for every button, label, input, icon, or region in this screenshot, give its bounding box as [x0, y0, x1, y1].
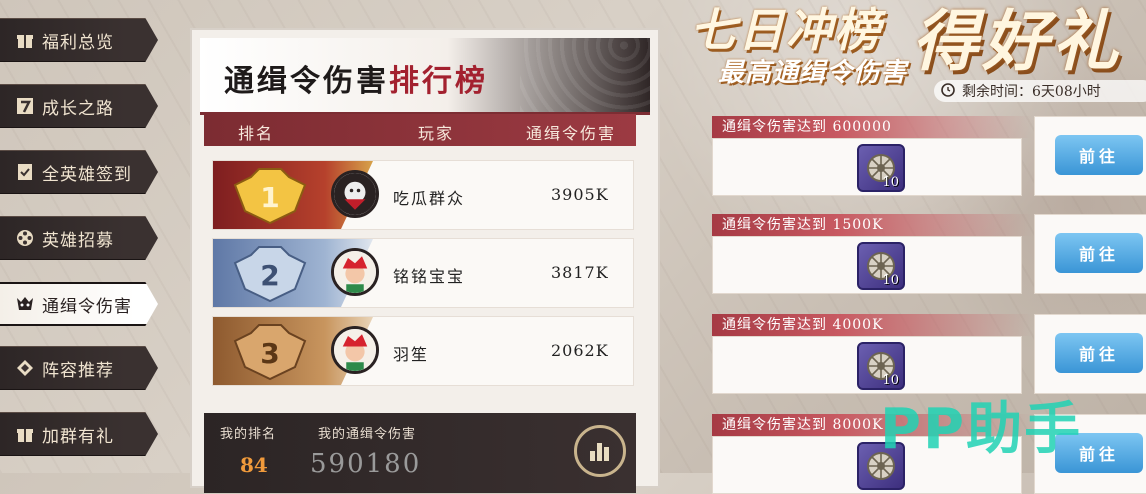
- sidebar-item-label: 福利总览: [42, 32, 114, 53]
- player-damage: 3905K: [551, 185, 609, 204]
- task-action-card: 前往: [1034, 214, 1146, 294]
- sidebar: 福利总览 成长之路 全英雄签到 英雄招募 通缉令伤害 阵容推荐 加群有礼: [0, 0, 170, 473]
- task-label: 通缉令伤害达到 4000K: [712, 314, 1032, 336]
- sidebar-item-label: 英雄招募: [42, 230, 114, 251]
- sidebar-item-label: 加群有礼: [42, 426, 114, 447]
- avatar: [331, 326, 379, 374]
- remaining-value: 6天08小时: [1032, 84, 1101, 100]
- rank-3-icon: 3: [233, 324, 307, 381]
- remaining-time: 剩余时间： 6天08小时: [934, 80, 1146, 102]
- leaderboard-row[interactable]: 1 吃瓜群众 3905K: [212, 160, 634, 230]
- remaining-label: 剩余时间：: [962, 84, 1032, 100]
- player-name: 吃瓜群众: [393, 189, 466, 208]
- svg-text:3: 3: [260, 337, 279, 370]
- demon-mask-icon: [14, 293, 36, 315]
- rank-1-icon: 1: [233, 168, 307, 225]
- sidebar-item-join-group[interactable]: 加群有礼: [0, 412, 158, 456]
- gift-icon: [14, 29, 36, 51]
- leaderboard-header: 通缉令伤害排行榜: [200, 38, 650, 115]
- task-card: 10: [712, 236, 1022, 294]
- svg-text:2: 2: [260, 259, 279, 292]
- sidebar-item-label: 全英雄签到: [42, 164, 132, 185]
- seven-icon: [14, 95, 36, 117]
- my-damage-label: 我的通缉令伤害: [318, 427, 417, 442]
- sidebar-item-checkin[interactable]: 全英雄签到: [0, 150, 158, 194]
- task-item: 通缉令伤害达到 4000K 10 前往: [712, 314, 1146, 394]
- sidebar-item-lineup[interactable]: 阵容推荐: [0, 346, 158, 390]
- rank-2-icon: 2: [233, 246, 307, 303]
- player-name: 铭铭宝宝: [393, 267, 466, 286]
- my-ranking-box: 我的排名 我的通缉令伤害 84 590180: [204, 413, 636, 493]
- leaderboard-column-header: 排名 玩家 通缉令伤害: [204, 114, 636, 146]
- task-card: 10: [712, 138, 1022, 196]
- sidebar-item-label: 通缉令伤害: [42, 296, 132, 317]
- task-action-card: 前往: [1034, 116, 1146, 196]
- leaderboard-row[interactable]: 2 铭铭宝宝 3817K: [212, 238, 634, 308]
- task-item: 通缉令伤害达到 600000 10 前往: [712, 116, 1146, 196]
- go-button[interactable]: 前往: [1055, 233, 1143, 273]
- task-label: 通缉令伤害达到 600000: [712, 116, 1032, 138]
- lineup-icon: [14, 357, 36, 379]
- sidebar-item-wanted-damage[interactable]: 通缉令伤害: [0, 282, 158, 326]
- avatar: [331, 170, 379, 218]
- player-damage: 2062K: [551, 341, 609, 360]
- player-name: 羽笙: [393, 345, 430, 364]
- leaderboard-panel: 通缉令伤害排行榜 排名 玩家 通缉令伤害 1 吃瓜群众 3905K 2 铭铭宝宝…: [190, 28, 660, 493]
- gift-box-icon: [14, 423, 36, 445]
- banner-big-text: 得好礼: [912, 2, 1122, 80]
- reward-item[interactable]: 10: [857, 144, 905, 192]
- task-item: 通缉令伤害达到 1500K 10 前往: [712, 214, 1146, 294]
- checkin-icon: [14, 161, 36, 183]
- my-rank-value: 84: [240, 453, 268, 477]
- svg-text:1: 1: [260, 181, 279, 214]
- alarm-clock-icon: [940, 81, 956, 101]
- sidebar-item-label: 成长之路: [42, 98, 114, 119]
- banner-subtitle: 最高通缉令伤害: [718, 58, 908, 88]
- column-rank: 排名: [238, 124, 275, 143]
- task-action-card: 前往: [1034, 314, 1146, 394]
- go-button[interactable]: 前往: [1055, 135, 1143, 175]
- my-damage-value: 590180: [310, 449, 422, 479]
- sidebar-item-recruit[interactable]: 英雄招募: [0, 216, 158, 260]
- column-player: 玩家: [418, 124, 455, 143]
- sidebar-item-growth[interactable]: 成长之路: [0, 84, 158, 128]
- reward-count: 10: [882, 175, 899, 190]
- reward-item[interactable]: 10: [857, 342, 905, 390]
- task-label: 通缉令伤害达到 1500K: [712, 214, 1032, 236]
- sidebar-item-welfare[interactable]: 福利总览: [0, 18, 158, 62]
- film-reel-icon: [14, 227, 36, 249]
- watermark: PP助手: [880, 397, 1083, 462]
- column-damage: 通缉令伤害: [526, 124, 617, 143]
- leaderboard-row[interactable]: 3 羽笙 2062K: [212, 316, 634, 386]
- leaderboard-title: 通缉令伤害排行榜: [224, 64, 488, 99]
- banner-title: 七日冲榜: [690, 3, 882, 57]
- bar-chart-icon[interactable]: [574, 425, 626, 477]
- avatar: [331, 248, 379, 296]
- sidebar-item-label: 阵容推荐: [42, 360, 114, 381]
- reward-item[interactable]: 10: [857, 242, 905, 290]
- player-damage: 3817K: [551, 263, 609, 282]
- go-button[interactable]: 前往: [1055, 333, 1143, 373]
- my-rank-label: 我的排名: [220, 427, 277, 442]
- reward-count: 10: [882, 273, 899, 288]
